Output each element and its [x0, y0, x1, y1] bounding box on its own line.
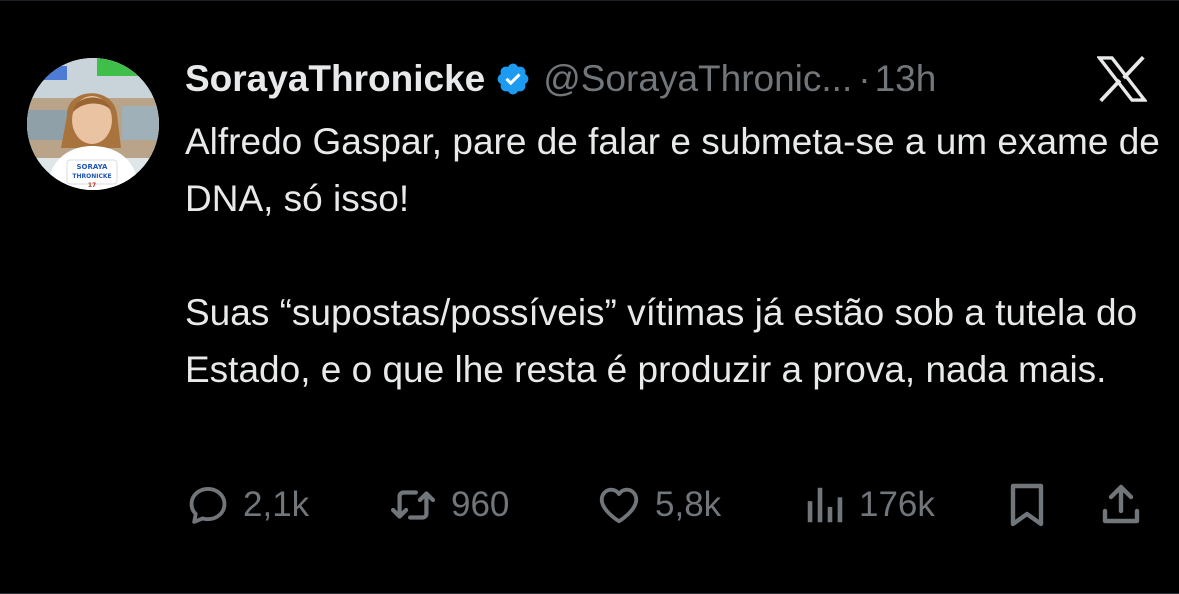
- like-count: 5,8k: [655, 485, 722, 524]
- avatar-badge-line2: THRONICKE: [72, 173, 111, 180]
- avatar[interactable]: SORAYA THRONICKE 17: [27, 58, 159, 190]
- retweet-count: 960: [451, 485, 510, 524]
- action-bar: 2,1k 960 5,8k 176k: [185, 479, 1150, 531]
- verified-badge-icon: [497, 63, 529, 95]
- views-icon: [807, 487, 843, 523]
- avatar-badge-line1: SORAYA: [77, 163, 109, 171]
- tweet-header: SorayaThronicke @SorayaThronic... · 13h: [185, 55, 936, 103]
- display-name[interactable]: SorayaThronicke: [185, 58, 485, 100]
- reply-count: 2,1k: [243, 485, 310, 524]
- reply-button[interactable]: 2,1k: [185, 479, 309, 531]
- retweet-icon: [390, 490, 436, 520]
- reply-icon: [189, 486, 227, 524]
- bookmark-button[interactable]: [1005, 479, 1049, 531]
- retweet-button[interactable]: 960: [387, 479, 509, 531]
- tweet-card[interactable]: SORAYA THRONICKE 17 SorayaThronicke @Sor…: [0, 0, 1179, 594]
- like-button[interactable]: 5,8k: [595, 479, 721, 531]
- share-button[interactable]: [1097, 479, 1145, 531]
- views-count: 176k: [859, 485, 935, 524]
- share-icon: [1102, 484, 1140, 524]
- avatar-image: SORAYA THRONICKE 17: [27, 58, 159, 190]
- avatar-badge-number: 17: [88, 182, 96, 189]
- tweet-paragraph: Suas “supostas/possíveis” vítimas já est…: [185, 292, 1138, 390]
- tweet-paragraph: Alfredo Gaspar, pare de falar e submeta-…: [185, 121, 1160, 219]
- x-logo-icon: [1097, 56, 1147, 102]
- handle[interactable]: @SorayaThronic...: [543, 58, 852, 100]
- bookmark-icon: [1010, 483, 1044, 527]
- views-button[interactable]: 176k: [803, 479, 935, 531]
- timestamp[interactable]: 13h: [875, 58, 937, 100]
- separator-dot: ·: [858, 58, 871, 99]
- tweet-text: Alfredo Gaspar, pare de falar e submeta-…: [185, 113, 1160, 398]
- heart-icon: [599, 487, 639, 524]
